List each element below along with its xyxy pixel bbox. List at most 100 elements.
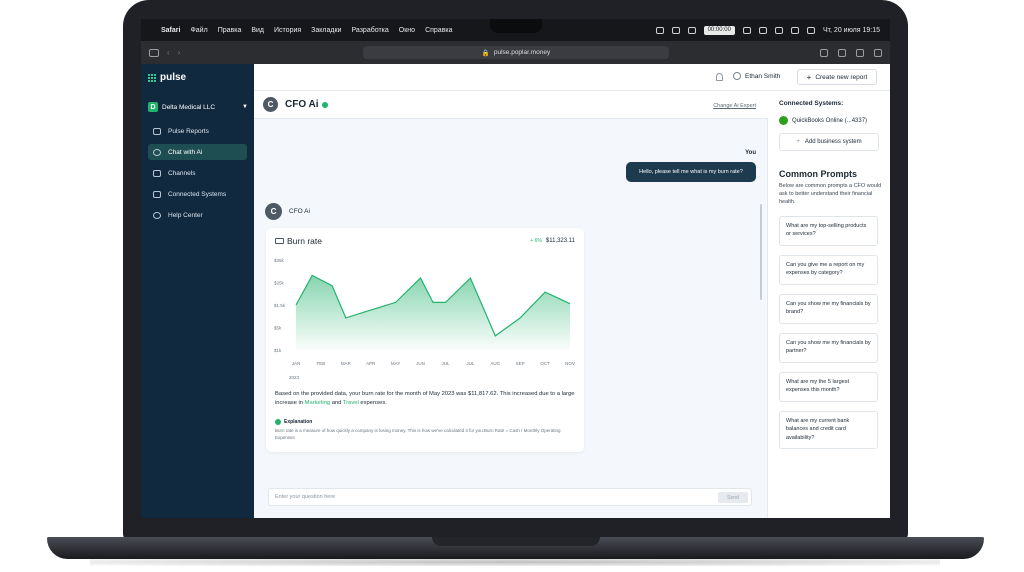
menu-develop[interactable]: Разработка	[351, 27, 388, 34]
sidebar: pulse D Delta Medical LLC ▼ Pulse Report…	[141, 64, 254, 518]
card-title: Burn rate	[275, 236, 322, 246]
sidebar-item-label: Pulse Reports	[168, 127, 209, 135]
screen-recording-timer[interactable]: 00:00:00	[703, 25, 735, 35]
company-selector[interactable]: D Delta Medical LLC ▼	[148, 100, 248, 114]
bell-icon[interactable]	[716, 73, 723, 81]
search-icon[interactable]	[806, 26, 815, 34]
app-logo[interactable]: pulse	[148, 72, 186, 83]
user-name: Ethan Smith	[745, 72, 781, 80]
chat-title: CFO Ai	[285, 99, 319, 110]
ai-avatar: C	[265, 203, 282, 220]
create-report-button[interactable]: + Create new report	[797, 69, 877, 85]
menu-bookmarks[interactable]: Закладки	[311, 27, 341, 34]
menu-file[interactable]: Файл	[190, 27, 207, 34]
x-tick-label: SEP	[516, 361, 525, 366]
create-report-label: Create new report	[815, 73, 868, 81]
systems-icon	[153, 190, 161, 198]
menu-window[interactable]: Окно	[399, 27, 415, 34]
x-tick-label: FEB	[317, 361, 326, 366]
moon-icon[interactable]	[758, 26, 767, 34]
cash-icon	[275, 238, 284, 244]
tag-marketing[interactable]: Marketing	[305, 400, 330, 406]
menu-view[interactable]: Вид	[251, 27, 264, 34]
tag-travel[interactable]: Travel	[343, 400, 359, 406]
chat-icon	[153, 148, 161, 156]
new-tab-icon[interactable]	[856, 48, 864, 57]
status-icon[interactable]	[655, 26, 664, 34]
connected-systems-title: Connected Systems:	[779, 100, 844, 107]
app: pulse D Delta Medical LLC ▼ Pulse Report…	[141, 64, 890, 518]
help-icon	[153, 211, 161, 219]
status-icon[interactable]	[742, 26, 751, 34]
app-topbar: Ethan Smith + Create new report	[254, 64, 890, 91]
sidebar-item-label: Connected Systems	[168, 190, 227, 198]
plus-icon: +	[796, 139, 800, 145]
user-icon	[733, 72, 741, 80]
status-icon[interactable]	[687, 26, 696, 34]
connected-system-name: QuickBooks Online (...4337)	[792, 117, 868, 124]
share-icon[interactable]	[838, 48, 846, 57]
sidebar-nav: Pulse Reports Chat with Ai Channels Conn…	[148, 123, 247, 228]
url-text: pulse.poplar.money	[493, 49, 551, 56]
menu-safari[interactable]: Safari	[161, 27, 180, 34]
plus-icon: +	[806, 72, 812, 82]
send-button[interactable]: Send	[718, 492, 748, 503]
change-ai-expert-link[interactable]: Change Ai Expert	[713, 103, 756, 109]
status-icon[interactable]	[671, 26, 680, 34]
burn-rate-card: Burn rate + 6% $11,323.11 $1k $5k $1.5k $25…	[266, 228, 584, 452]
prompt-card[interactable]: Can you give me a report on my expenses …	[779, 255, 878, 285]
laptop-base-groove	[432, 537, 600, 546]
right-panel: Connected Systems: QuickBooks Online (..…	[768, 64, 890, 518]
sidebar-item-label: Channels	[168, 169, 196, 177]
sidebar-toggle-icon[interactable]	[149, 48, 159, 57]
burn-rate-chart: $1k $5k $1.5k $25k $35k JAN FEB MAR APR MAY JUN JU…	[274, 258, 575, 366]
address-bar[interactable]: 🔒 pulse.poplar.money	[363, 46, 669, 59]
sidebar-item-pulse-reports[interactable]: Pulse Reports	[148, 123, 247, 139]
company-name: Delta Medical LLC	[162, 103, 216, 111]
user-menu[interactable]: Ethan Smith	[733, 72, 780, 80]
download-icon[interactable]	[820, 48, 828, 57]
chat-scrollbar[interactable]	[760, 204, 762, 300]
add-business-system-button[interactable]: + Add business system	[779, 133, 879, 151]
sidebar-item-chat-with-ai[interactable]: Chat with Ai	[148, 144, 247, 160]
forward-icon[interactable]: ›	[178, 48, 181, 57]
info-icon	[275, 419, 281, 425]
browser-toolbar: ‹ › 🔒 pulse.poplar.money	[141, 41, 890, 64]
x-tick-label: MAR	[341, 361, 352, 366]
menubar-datetime[interactable]: Чт, 20 июля 19:15	[823, 27, 880, 34]
wifi-icon[interactable]	[790, 26, 799, 34]
menu-help[interactable]: Справка	[425, 27, 452, 34]
common-prompts-subtitle: Below are common prompts a CFO would ask…	[779, 183, 882, 205]
menu-edit[interactable]: Правка	[218, 27, 242, 34]
menu-history[interactable]: История	[274, 27, 301, 34]
sidebar-item-label: Help Center	[168, 211, 203, 219]
explanation-text: Burn rate is a measure of how quickly a …	[275, 428, 561, 440]
chat-main: C CFO Ai Change Ai Expert You Hello, ple…	[254, 64, 768, 518]
summary-text: expenses.	[358, 399, 387, 406]
question-placeholder: Enter your question here	[275, 494, 336, 500]
pulse-logo-icon	[148, 73, 156, 82]
send-label: Send	[727, 494, 739, 501]
quickbooks-icon	[779, 116, 788, 125]
prompt-card[interactable]: What are my top-selling products or serv…	[779, 216, 878, 246]
x-tick-label: MAY	[391, 361, 400, 366]
cfo-avatar: C	[263, 97, 278, 112]
lock-icon: 🔒	[481, 49, 490, 57]
chat-header: C CFO Ai Change Ai Expert	[254, 91, 768, 119]
connected-system-item[interactable]: QuickBooks Online (...4337)	[779, 116, 867, 125]
x-tick-label: OCT	[540, 361, 550, 366]
back-icon[interactable]: ‹	[167, 48, 170, 57]
question-input[interactable]: Enter your question here Send	[268, 488, 752, 506]
prompt-card[interactable]: What are my current bank balances and cr…	[779, 411, 878, 449]
tabs-overview-icon[interactable]	[874, 48, 882, 57]
card-title-text: Burn rate	[287, 236, 322, 246]
sidebar-item-help-center[interactable]: Help Center	[148, 207, 247, 223]
battery-icon[interactable]	[774, 26, 783, 34]
x-tick-label: AUG	[490, 361, 500, 366]
channels-icon	[153, 169, 161, 177]
sidebar-item-connected-systems[interactable]: Connected Systems	[148, 186, 247, 202]
prompt-card[interactable]: Can you show me my financials by brand?	[779, 294, 878, 324]
sidebar-item-channels[interactable]: Channels	[148, 165, 247, 181]
prompt-card[interactable]: What are my the 5 largest expenses this …	[779, 372, 878, 402]
prompt-card[interactable]: Can you show me my financials by partner…	[779, 333, 878, 363]
